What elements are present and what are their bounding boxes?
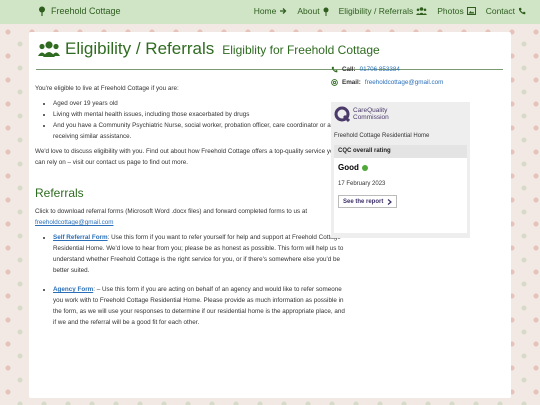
brand-name: Freehold Cottage [51, 6, 121, 16]
list-item: Living with mental health issues, includ… [53, 109, 347, 120]
top-navbar: Freehold Cottage Home About Eligibility … [0, 0, 540, 24]
pin-icon [38, 6, 46, 16]
nav-home[interactable]: Home [254, 6, 288, 16]
list-item: And you have a Community Psychiatric Nur… [53, 120, 347, 142]
call-row: Call: 01706 853384 [331, 66, 476, 73]
users-icon [38, 41, 60, 57]
referrals-intro: Click to download referral forms (Micros… [35, 206, 347, 228]
email-label: Email: [342, 79, 361, 86]
call-label: Call: [342, 66, 356, 73]
nav-home-label: Home [253, 6, 277, 16]
call-number-link[interactable]: 01706 853384 [360, 66, 400, 73]
self-referral-form-link[interactable]: Self Referral Form [53, 234, 108, 241]
cqc-rating-date: 17 February 2023 [338, 181, 386, 187]
cqc-logo[interactable]: CareQuality Commission [334, 106, 389, 122]
nav-eligibility[interactable]: Eligibility / Referrals [339, 6, 428, 16]
see-report-label: See the report [343, 198, 384, 205]
phone-icon [518, 7, 526, 15]
email-row: Email: freeholdcottage@gmail.com [331, 79, 476, 86]
cqc-rating-header: CQC overall rating [334, 145, 467, 158]
nav-contact[interactable]: Contact [486, 6, 526, 16]
referrals-heading: Referrals [35, 186, 84, 200]
arrow-right-icon [279, 7, 287, 15]
cqc-logo-text: CareQuality Commission [353, 107, 389, 121]
users-icon [416, 7, 428, 15]
nav-about-label: About [297, 6, 320, 16]
eligibility-intro: You're eligible to live at Freehold Cott… [35, 85, 179, 92]
referrals-intro-text: Click to download referral forms (Micros… [35, 208, 308, 215]
list-item: Aged over 19 years old [53, 98, 347, 109]
nav-photos-label: Photos [437, 6, 464, 16]
referral-forms: Self Referral Form: Use this form if you… [41, 232, 347, 328]
brand[interactable]: Freehold Cottage [38, 6, 121, 16]
eligibility-criteria: Aged over 19 years old Living with menta… [41, 98, 347, 142]
pin-icon [323, 7, 329, 16]
agency-form-description: : – Use this form if you are acting on b… [53, 286, 345, 326]
page-title: Eligibility / Referrals [65, 39, 215, 58]
image-icon [466, 7, 476, 15]
referrals-email-link[interactable]: freeholdcottage@gmail.com [35, 219, 114, 226]
cqc-rating-value: Good [338, 163, 359, 172]
nav-about[interactable]: About [297, 6, 329, 16]
agency-form-link[interactable]: Agency Form [53, 286, 93, 293]
cqc-rating: Good [338, 163, 368, 172]
nav-photos[interactable]: Photos [437, 6, 476, 16]
list-item: Agency Form: – Use this form if you are … [53, 284, 347, 328]
good-status-icon [361, 164, 368, 171]
chevron-right-icon [387, 198, 393, 205]
at-icon [331, 79, 338, 86]
list-item: Self Referral Form: Use this form if you… [53, 232, 347, 276]
eligibility-outro: We'd love to discuss eligibility with yo… [35, 148, 337, 166]
main-column: You're eligible to live at Freehold Cott… [35, 83, 347, 336]
page-heading: Eligibility / Referrals Eligiblity for F… [38, 39, 380, 59]
page-subtitle: Eligiblity for Freehold Cottage [222, 43, 380, 57]
cqc-widget: CareQuality Commission Freehold Cottage … [331, 102, 470, 238]
nav-links: Home About Eligibility / Referrals Photo… [254, 6, 526, 16]
phone-icon [331, 66, 338, 73]
see-report-button[interactable]: See the report [338, 195, 398, 208]
nav-contact-label: Contact [485, 6, 515, 16]
email-link[interactable]: freeholdcottage@gmail.com [365, 79, 444, 86]
nav-eligibility-label: Eligibility / Referrals [338, 6, 414, 16]
cqc-rating-panel: CQC overall rating Good 17 February 2023… [334, 145, 467, 233]
contact-sidebar: Call: 01706 853384 Email: freeholdcottag… [331, 66, 476, 92]
cqc-home-name: Freehold Cottage Residential Home [334, 133, 430, 139]
cqc-logo-icon [334, 106, 350, 122]
